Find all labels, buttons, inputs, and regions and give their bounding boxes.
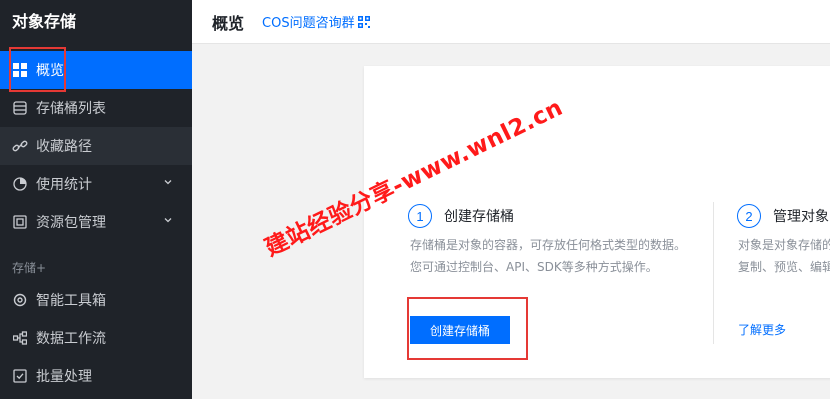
sidebar-item-label: 概览 [36, 63, 64, 79]
overview-card: 1 创建存储桶 存储桶是对象的容器，可存放任何格式类型的数据。 您可通过控制台、… [364, 66, 830, 378]
sidebar-item-label: 存储桶列表 [36, 101, 106, 117]
step-title: 管理对象 [773, 209, 829, 225]
cos-help-group-label: COS问题咨询群 [262, 16, 355, 31]
sidebar-item-batch-processing[interactable]: 批量处理 [0, 357, 192, 395]
package-icon [12, 214, 28, 230]
step-description-line: 对象是对象存储的 [738, 238, 830, 252]
sidebar-item-resource-packages[interactable]: 资源包管理 [0, 203, 192, 241]
sidebar-item-label: 使用统计 [36, 177, 92, 193]
sidebar-item-favorites[interactable]: 收藏路径 [0, 127, 192, 165]
sidebar-item-label: 批量处理 [36, 369, 92, 385]
top-header: 概览 COS问题咨询群 [192, 0, 830, 44]
chevron-down-icon [164, 180, 172, 185]
sidebar-item-bucket-list[interactable]: 存储桶列表 [0, 89, 192, 127]
step-description-line: 复制、预览、编辑 [738, 260, 830, 274]
step-number: 1 [408, 204, 432, 228]
qr-code-icon [357, 15, 370, 28]
create-bucket-button[interactable]: 创建存储桶 [410, 316, 510, 344]
step-description: 存储桶是对象的容器，可存放任何格式类型的数据。 您可通过控制台、API、SDK等… [410, 234, 686, 278]
sidebar-item-label: 智能工具箱 [36, 293, 106, 309]
cos-help-group-link[interactable]: COS问题咨询群 [262, 12, 370, 31]
database-icon [12, 100, 28, 116]
sidebar-item-label: 资源包管理 [36, 215, 106, 231]
sidebar-item-label: 数据工作流 [36, 331, 106, 347]
sidebar-item-data-workflow[interactable]: 数据工作流 [0, 319, 192, 357]
step-manage-objects: 2 管理对象 [737, 204, 829, 228]
workflow-icon [12, 330, 28, 346]
sidebar-item-label: 收藏路径 [36, 139, 92, 155]
step-divider [713, 202, 714, 344]
sidebar-item-smart-toolbox[interactable]: 智能工具箱 [0, 281, 192, 319]
checkbox-icon [12, 368, 28, 384]
learn-more-link[interactable]: 了解更多 [738, 321, 786, 338]
sidebar-title: 对象存储 [12, 12, 77, 31]
sidebar-item-usage-stats[interactable]: 使用统计 [0, 165, 192, 203]
link-icon [12, 138, 28, 154]
sidebar: 对象存储 概览 存储桶列表 收藏路径 使用统计 资源包管理 存储+ 智能工具箱 … [0, 0, 192, 399]
step-description: 对象是对象存储的 复制、预览、编辑 [738, 234, 830, 278]
grid-icon [12, 62, 28, 78]
step-description-line: 您可通过控制台、API、SDK等多种方式操作。 [410, 260, 658, 274]
sidebar-item-overview[interactable]: 概览 [0, 51, 192, 89]
settings-icon [12, 292, 28, 308]
page-title: 概览 [212, 13, 245, 33]
step-description-line: 存储桶是对象的容器，可存放任何格式类型的数据。 [410, 238, 687, 252]
chevron-down-icon [164, 218, 172, 223]
step-number: 2 [737, 204, 761, 228]
sidebar-section-label: 存储+ [12, 261, 47, 275]
step-create-bucket: 1 创建存储桶 [408, 204, 514, 228]
step-title: 创建存储桶 [444, 209, 514, 225]
pie-chart-icon [12, 176, 28, 192]
